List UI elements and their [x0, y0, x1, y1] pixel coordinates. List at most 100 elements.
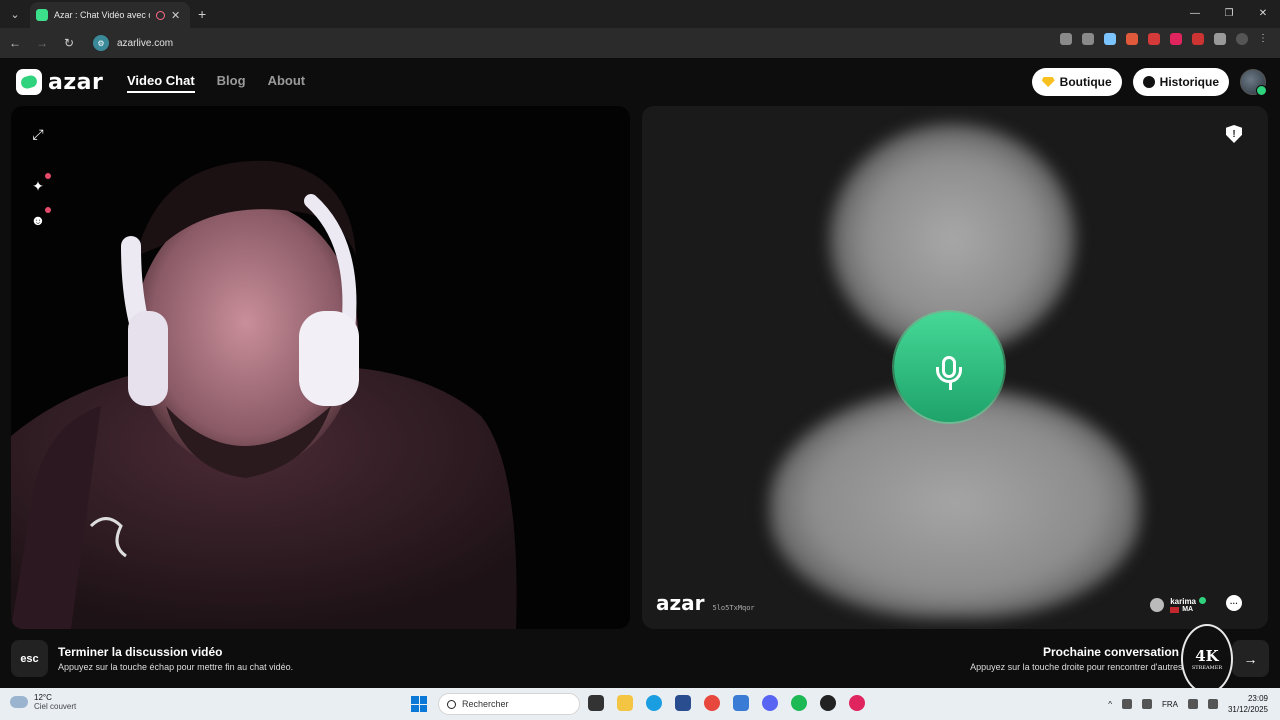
taskbar-apps	[588, 695, 865, 711]
weather-widget[interactable]: 12°C Ciel couvert	[10, 693, 76, 711]
tray-app-icon[interactable]	[1121, 699, 1132, 709]
weather-temp: 12°C	[34, 693, 52, 702]
notification-dot	[45, 173, 51, 179]
tab-close-icon[interactable]: ✕	[171, 9, 180, 22]
azar-watermark: azar 5lo5TxMqor	[656, 591, 755, 615]
clock-time: 23:09	[1247, 694, 1268, 703]
tab-search-icon[interactable]: ⌄	[4, 3, 26, 25]
notification-dot	[45, 207, 51, 213]
taskbar-search[interactable]: Rechercher	[438, 693, 580, 715]
historique-button[interactable]: Historique	[1132, 68, 1229, 96]
volume-icon[interactable]	[1207, 699, 1218, 709]
microphone-icon	[894, 312, 1004, 422]
windows-start-icon[interactable]	[411, 696, 427, 712]
cast-icon[interactable]	[1060, 33, 1072, 45]
microphone-tray-icon[interactable]	[1141, 699, 1152, 709]
report-shield-icon[interactable]: !	[1226, 125, 1242, 143]
remote-video: ! azar 5lo5TxMqor karima MA ···	[642, 106, 1268, 629]
address-bar[interactable]: ⚙ azarlive.com	[89, 32, 1189, 54]
boutique-label: Boutique	[1059, 75, 1112, 89]
session-id: 5lo5TxMqor	[712, 604, 755, 612]
online-status-icon	[1199, 597, 1206, 604]
task-view-icon[interactable]	[588, 695, 604, 711]
sparkle-effects-icon[interactable]: ✦	[29, 173, 51, 195]
url-text: azarlive.com	[117, 37, 174, 49]
peer-profile-icon	[1150, 598, 1165, 612]
nav-about[interactable]: About	[268, 73, 306, 93]
azar-favicon-icon	[36, 9, 48, 21]
peer-country: MA	[1182, 606, 1194, 613]
historique-label: Historique	[1159, 75, 1219, 89]
obs-icon[interactable]	[820, 695, 836, 711]
end-chat-description: Appuyez sur la touche échap pour mettre …	[58, 662, 294, 672]
logo-text: azar	[48, 69, 104, 95]
nav-video-chat[interactable]: Video Chat	[127, 73, 195, 93]
peer-info[interactable]: karima MA	[1150, 597, 1206, 613]
browser-tabbar: ⌄ Azar : Chat Vidéo avec de n ✕ + — ❐ ✕	[0, 0, 1280, 28]
network-icon[interactable]	[1187, 699, 1198, 709]
diamond-icon	[1041, 77, 1055, 87]
file-explorer-icon[interactable]	[617, 695, 633, 711]
extension-fox-icon[interactable]	[1126, 33, 1138, 45]
badge-main: 4K	[1195, 647, 1219, 665]
spotify-icon[interactable]	[791, 695, 807, 711]
peer-name: karima	[1170, 597, 1196, 606]
end-chat-title: Terminer la discussion vidéo	[58, 645, 223, 659]
extensions-puzzle-icon[interactable]	[1214, 33, 1226, 45]
system-tray: ^ FRA 23:09 31/12/2025	[1108, 693, 1268, 715]
browser-tab-azar[interactable]: Azar : Chat Vidéo avec de n ✕	[30, 2, 190, 28]
watermark-logo: azar	[656, 591, 705, 615]
bookmark-star-icon[interactable]	[1104, 33, 1116, 45]
minimize-icon[interactable]: —	[1178, 0, 1212, 28]
esc-key-button[interactable]: esc	[11, 640, 48, 677]
main-nav: Video Chat Blog About	[127, 73, 305, 93]
site-header: azar Video Chat Blog About Boutique Hist…	[0, 58, 1280, 106]
search-icon	[447, 699, 456, 709]
boutique-button[interactable]: Boutique	[1031, 68, 1122, 96]
extension-pink-icon[interactable]	[1170, 33, 1182, 45]
forward-icon[interactable]: →	[30, 36, 54, 50]
nav-blog[interactable]: Blog	[217, 73, 246, 93]
site-info-icon[interactable]: ⚙	[93, 35, 109, 51]
tab-title: Azar : Chat Vidéo avec de n	[54, 10, 150, 20]
local-video: ⤢ ✦ ☻	[11, 106, 630, 629]
sticker-icon[interactable]: ☻	[29, 207, 51, 229]
outlook-icon[interactable]	[733, 695, 749, 711]
language-indicator[interactable]: FRA	[1162, 700, 1178, 709]
window-close-icon[interactable]: ✕	[1246, 0, 1280, 28]
hide-icon[interactable]	[1082, 33, 1094, 45]
extensions-row: ⋮	[1060, 33, 1270, 45]
chrome-icon[interactable]	[704, 695, 720, 711]
browser-menu-icon[interactable]: ⋮	[1258, 33, 1270, 45]
azar-logo-icon	[16, 69, 42, 95]
chat-bubble-icon[interactable]: ···	[1226, 595, 1242, 611]
user-avatar[interactable]	[1240, 69, 1267, 96]
windows-taskbar: 12°C Ciel couvert Rechercher ^ FRA 23:09…	[0, 688, 1280, 720]
placeholder-avatar-body	[770, 388, 1140, 618]
page: azar Video Chat Blog About Boutique Hist…	[0, 58, 1280, 694]
system-clock[interactable]: 23:09 31/12/2025	[1228, 693, 1268, 715]
tray-chevron-icon[interactable]: ^	[1108, 700, 1112, 709]
header-actions: Boutique Historique	[1031, 68, 1267, 96]
badge-sub: STREAMER	[1191, 665, 1223, 671]
extension-shield-icon[interactable]	[1192, 33, 1204, 45]
edge-icon[interactable]	[646, 695, 662, 711]
restore-icon[interactable]: ❐	[1212, 0, 1246, 28]
clock-date: 31/12/2025	[1227, 705, 1268, 714]
expand-icon[interactable]: ⤢	[29, 125, 47, 143]
azar-logo[interactable]: azar	[16, 69, 103, 95]
next-conversation-title: Prochaine conversation	[1042, 645, 1179, 659]
reload-icon[interactable]: ↻	[57, 36, 81, 50]
profile-icon[interactable]	[1236, 33, 1248, 45]
discord-icon[interactable]	[762, 695, 778, 711]
back-icon[interactable]: ←	[3, 36, 27, 50]
streamer-4k-badge: 4K STREAMER	[1181, 624, 1233, 694]
store-icon[interactable]	[675, 695, 691, 711]
search-placeholder: Rechercher	[462, 699, 509, 709]
next-arrow-button[interactable]: →	[1232, 640, 1269, 677]
recording-indicator-icon	[156, 10, 165, 20]
new-tab-icon[interactable]: +	[198, 6, 206, 22]
app-red-icon[interactable]	[849, 695, 865, 711]
extension-red-icon[interactable]	[1148, 33, 1160, 45]
clock-icon	[1142, 76, 1155, 88]
